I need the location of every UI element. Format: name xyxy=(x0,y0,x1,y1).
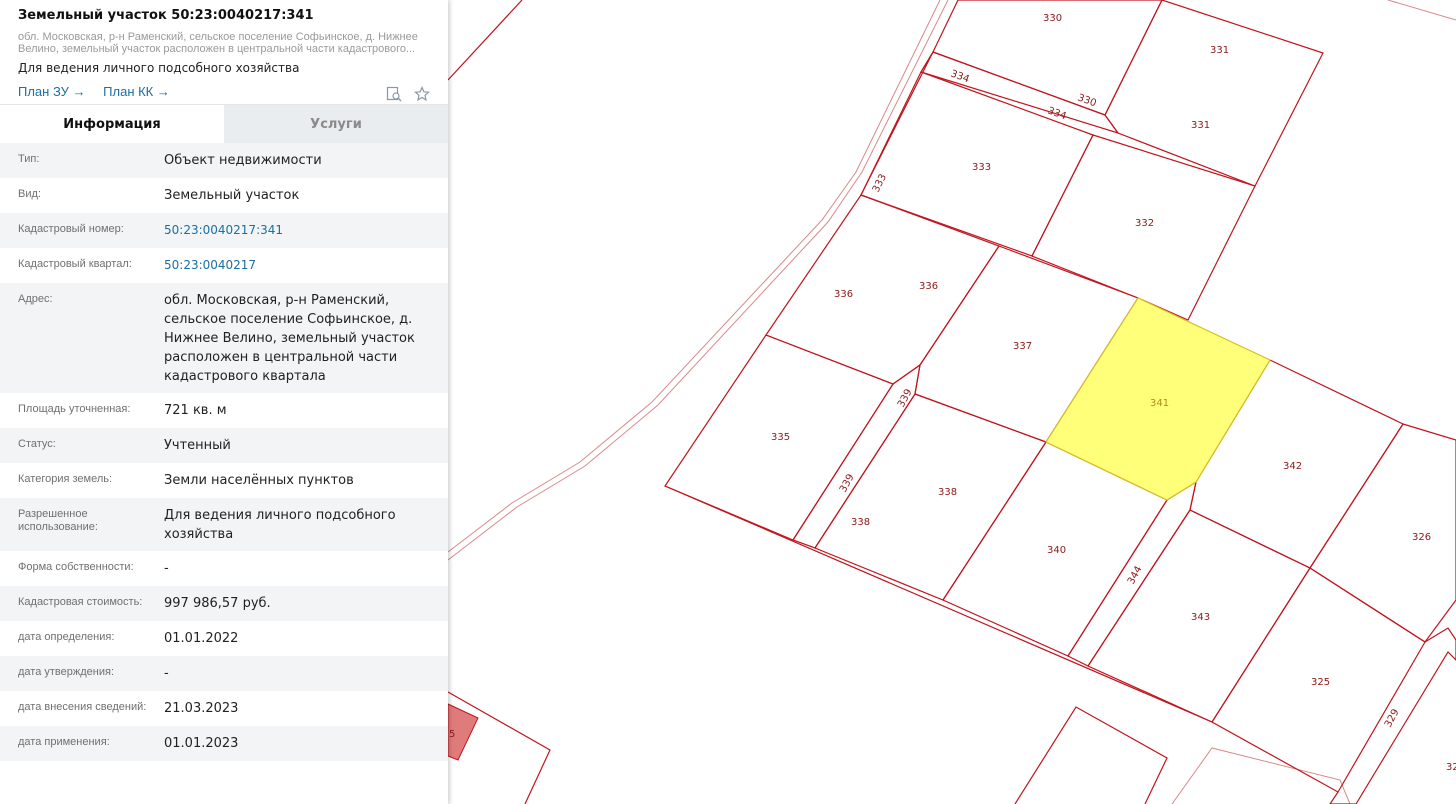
panel-header: Земельный участок 50:23:0040217:341 обл.… xyxy=(0,0,448,104)
road-line xyxy=(1387,0,1456,21)
map-label: 332 xyxy=(1135,218,1154,229)
info-row-permitted-use: Разрешенное использование: Для ведения ли… xyxy=(0,498,448,551)
tab-services[interactable]: Услуги xyxy=(224,105,448,143)
info-row-kind: Вид: Земельный участок xyxy=(0,178,448,213)
field-label: дата внесения сведений: xyxy=(18,701,147,713)
tab-information[interactable]: Информация xyxy=(0,105,224,143)
info-row-cadastral-number: Кадастровый номер: 50:23:0040217:341 xyxy=(0,213,448,248)
info-row-area: Площадь уточненная: 721 кв. м xyxy=(0,393,448,428)
road-line xyxy=(447,0,949,561)
map-label: 337 xyxy=(1013,341,1032,352)
field-label: Кадастровый квартал: xyxy=(18,258,132,270)
field-value: Учтенный xyxy=(164,438,231,453)
field-value: 721 кв. м xyxy=(164,403,227,418)
field-value: Объект недвижимости xyxy=(164,153,322,168)
field-label: Площадь уточненная: xyxy=(18,403,131,415)
address-summary: обл. Московская, р-н Раменский, сельское… xyxy=(18,31,418,55)
map-label: 32 xyxy=(1446,762,1456,773)
parcel-331 xyxy=(1104,0,1324,187)
map-label: 340 xyxy=(1047,545,1066,556)
map-label: 336 xyxy=(919,281,938,292)
field-value: Земли населённых пунктов xyxy=(164,473,354,488)
map-label: 334 xyxy=(1046,105,1068,122)
field-value: 01.01.2023 xyxy=(164,736,239,751)
field-label: Вид: xyxy=(18,188,41,200)
info-table: Тип: Объект недвижимости Вид: Земельный уч… xyxy=(0,143,448,761)
field-value: обл. Московская, р-н Раменский, сельское… xyxy=(164,293,415,384)
map-label: 338 xyxy=(938,487,957,498)
field-value: - xyxy=(164,666,169,681)
road-line xyxy=(1171,747,1351,804)
map-label: 338 xyxy=(851,517,870,528)
map-label: 326 xyxy=(1412,532,1431,543)
map-label: 330 xyxy=(1076,92,1098,109)
map-label: 330 xyxy=(1043,13,1062,24)
field-label: Разрешенное использование: xyxy=(18,508,98,533)
info-row-type: Тип: Объект недвижимости xyxy=(0,143,448,178)
info-row-entry-date: дата внесения сведений: 21.03.2023 xyxy=(0,691,448,726)
cadastral-number-link[interactable]: 50:23:0040217:341 xyxy=(164,221,283,241)
field-value: 997 986,57 руб. xyxy=(164,596,271,611)
field-label: Кадастровая стоимость: xyxy=(18,596,143,608)
parcel-338 xyxy=(814,393,1047,601)
field-value: Для ведения личного подсобного хозяйства xyxy=(164,508,396,542)
map-label: 333 xyxy=(972,162,991,173)
block-edge xyxy=(664,485,1213,723)
star-icon[interactable] xyxy=(414,86,430,102)
plan-zu-link[interactable]: План ЗУ → xyxy=(18,84,86,99)
field-label: дата применения: xyxy=(18,736,110,748)
plan-kk-link[interactable]: План КК → xyxy=(103,84,170,99)
parcel-333-strip xyxy=(860,51,934,196)
map-label: 342 xyxy=(1283,461,1302,472)
tab-bar: Информация Услуги xyxy=(0,104,448,143)
field-label: Категория земель: xyxy=(18,473,113,485)
map-label: 5 xyxy=(449,729,455,740)
page-title: Земельный участок 50:23:0040217:341 xyxy=(18,8,314,23)
parcel-336 xyxy=(765,194,1000,385)
field-label: Форма собственности: xyxy=(18,561,134,573)
field-label: Статус: xyxy=(18,438,56,450)
cadastral-block-link[interactable]: 50:23:0040217 xyxy=(164,256,256,276)
info-row-address: Адрес: обл. Московская, р-н Раменский, се… xyxy=(0,283,448,393)
map-label: 336 xyxy=(834,289,853,300)
field-value: Земельный участок xyxy=(164,188,300,203)
map-label: 325 xyxy=(1311,677,1330,688)
field-value: 21.03.2023 xyxy=(164,701,239,716)
info-row-approval-date: дата утверждения: - xyxy=(0,656,448,691)
map-label: 339 xyxy=(838,472,857,494)
field-label: Адрес: xyxy=(18,293,53,305)
info-panel: Земельный участок 50:23:0040217:341 обл.… xyxy=(0,0,448,804)
field-label: Тип: xyxy=(18,153,40,165)
map-label: 333 xyxy=(871,172,889,194)
field-value: 01.01.2022 xyxy=(164,631,239,646)
field-value: - xyxy=(164,561,169,576)
purpose-text: Для ведения личного подсобного хозяйства xyxy=(18,61,300,75)
field-label: Кадастровый номер: xyxy=(18,223,124,235)
info-row-determination-date: дата определения: 01.01.2022 xyxy=(0,621,448,656)
parcel-334 xyxy=(920,51,1120,135)
header-actions xyxy=(386,86,430,102)
map-label: 331 xyxy=(1210,45,1229,56)
field-label: дата утверждения: xyxy=(18,666,115,678)
info-row-application-date: дата применения: 01.01.2023 xyxy=(0,726,448,761)
plan-links: План ЗУ → План КК → xyxy=(18,84,430,99)
map-label-341: 341 xyxy=(1150,398,1169,409)
info-row-land-category: Категория земель: Земли населённых пункто… xyxy=(0,463,448,498)
map-label: 335 xyxy=(771,432,790,443)
info-row-cadastral-block: Кадастровый квартал: 50:23:0040217 xyxy=(0,248,448,283)
parcel-left-top xyxy=(447,0,523,81)
map-label: 343 xyxy=(1191,612,1210,623)
info-row-status: Статус: Учтенный xyxy=(0,428,448,463)
parcel-bottom-mid xyxy=(1014,706,1168,804)
parcel-326 xyxy=(1309,423,1456,643)
info-row-ownership: Форма собственности: - xyxy=(0,551,448,586)
info-row-cadastral-value: Кадастровая стоимость: 997 986,57 руб. xyxy=(0,586,448,621)
search-document-icon[interactable] xyxy=(386,86,402,102)
field-label: дата определения: xyxy=(18,631,115,643)
map-label: 331 xyxy=(1191,120,1210,131)
